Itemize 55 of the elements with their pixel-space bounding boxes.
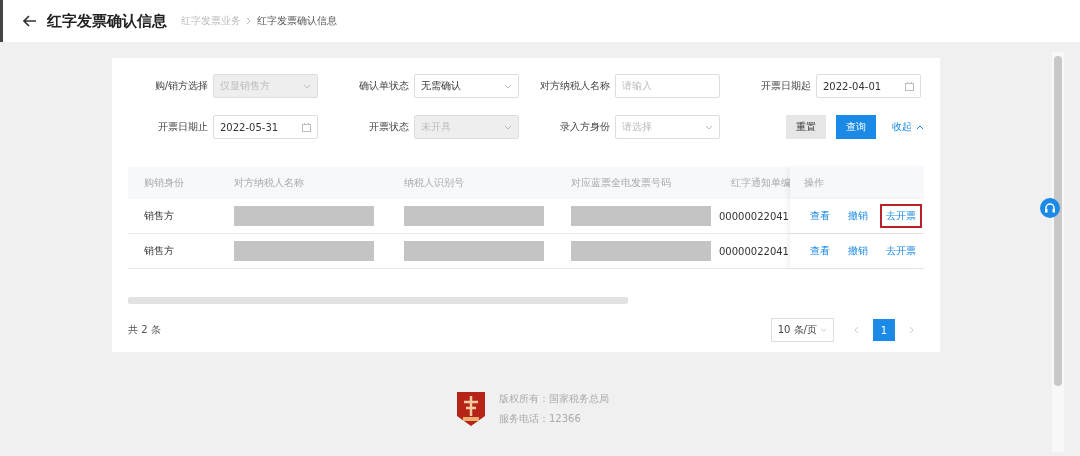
breadcrumb-link[interactable]: 红字发票确认信息 xyxy=(257,14,337,28)
column-header: 红字通知单编 xyxy=(731,176,790,190)
filter-label: 开票状态 xyxy=(368,120,409,134)
action-link[interactable]: 撤销 xyxy=(842,204,874,228)
phone-text: 服务电话：12366 xyxy=(499,412,582,426)
select-field[interactable]: 无需确认 xyxy=(414,74,519,98)
action-link[interactable]: 查看 xyxy=(804,239,836,263)
breadcrumb-link[interactable]: 红字发票业务 xyxy=(181,14,241,28)
column-header: 购销身份 xyxy=(144,176,184,190)
scrollbar-thumb[interactable] xyxy=(128,297,628,304)
action-link[interactable]: 去开票 xyxy=(880,204,922,228)
search-button[interactable]: 查询 xyxy=(836,115,876,139)
table-cell: 00000022041 xyxy=(719,210,789,222)
column-header: 纳税人识别号 xyxy=(404,176,464,190)
total-count: 共 2 条 xyxy=(128,323,161,337)
chevron-down-icon xyxy=(504,83,512,89)
chevron-up-icon xyxy=(916,124,924,130)
emblem-logo-icon xyxy=(455,390,487,428)
previous-page-icon[interactable] xyxy=(854,326,859,334)
chevron-down-icon xyxy=(705,124,713,130)
copyright-text: 版权所有：国家税务总局 xyxy=(499,392,609,406)
table-cell: 销售方 xyxy=(144,209,174,223)
chevron-down-icon xyxy=(504,124,512,130)
date-field[interactable]: 2022-04-01 xyxy=(816,74,921,98)
next-page-icon[interactable] xyxy=(909,326,914,334)
table-cell: 00000022041 xyxy=(719,245,789,257)
action-link[interactable]: 去开票 xyxy=(880,239,922,263)
column-header: 对应蓝票全电发票号码 xyxy=(571,176,671,190)
filter-label: 购/销方选择 xyxy=(153,79,208,93)
calendar-icon xyxy=(905,81,914,91)
chevron-icon xyxy=(246,17,252,25)
filter-label: 开票日期止 xyxy=(157,120,208,134)
back-arrow-icon[interactable] xyxy=(23,15,37,27)
column-header: 操作 xyxy=(804,176,824,190)
collapse-link[interactable]: 收起 xyxy=(886,120,924,134)
headset-icon[interactable] xyxy=(1040,198,1060,218)
reset-button[interactable]: 重置 xyxy=(786,115,826,139)
chevron-down-icon xyxy=(303,83,311,89)
table-cell: 销售方 xyxy=(144,244,174,258)
action-link[interactable]: 撤销 xyxy=(842,239,874,263)
chevron-down-icon xyxy=(820,328,827,332)
filter-label: 对方纳税人名称 xyxy=(539,79,610,93)
column-header: 对方纳税人名称 xyxy=(234,176,304,190)
page-button[interactable]: 1 xyxy=(873,319,895,341)
date-field[interactable]: 2022-05-31 xyxy=(213,115,318,139)
input-field[interactable]: 请输入 xyxy=(615,74,720,98)
filter-label: 录入方身份 xyxy=(559,120,610,134)
action-link[interactable]: 查看 xyxy=(804,204,836,228)
filter-label: 确认单状态 xyxy=(358,79,409,93)
scrollbar[interactable] xyxy=(1052,52,1064,452)
select-field[interactable]: 请选择 xyxy=(615,115,720,139)
page-title: 红字发票确认信息 xyxy=(47,11,167,31)
calendar-icon xyxy=(302,122,311,132)
filter-label: 开票日期起 xyxy=(760,79,811,93)
page-size-select[interactable]: 10 条/页 xyxy=(770,318,834,342)
